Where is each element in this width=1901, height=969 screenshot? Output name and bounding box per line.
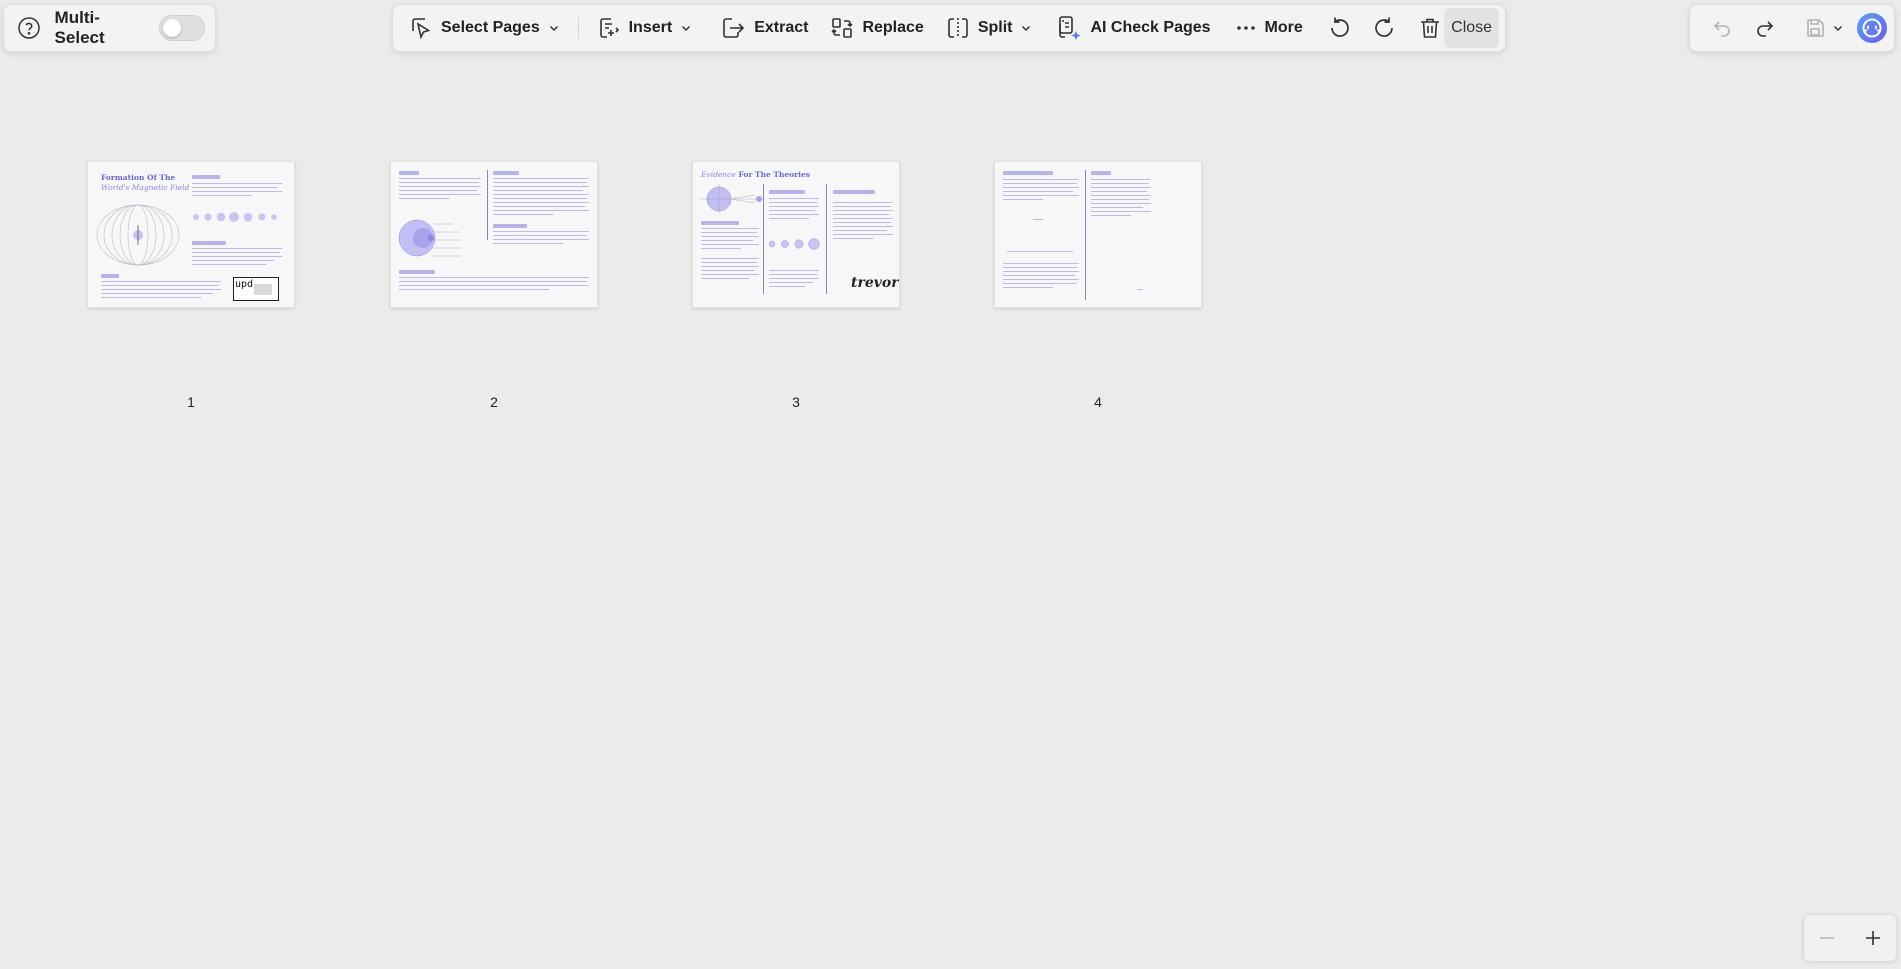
select-pages-button[interactable]: Select Pages: [403, 10, 566, 46]
document-actions-panel: [1689, 4, 1895, 52]
split-icon: [946, 16, 970, 40]
page-number-2: 2: [490, 394, 498, 410]
replace-icon: [830, 16, 854, 40]
page-1-circles: [193, 212, 277, 222]
chevron-down-icon: [1020, 22, 1032, 34]
insert-icon: [597, 16, 621, 40]
page-3-diagram: [699, 184, 765, 214]
split-button[interactable]: Split: [940, 10, 1039, 46]
multi-select-panel: Multi-Select: [3, 4, 216, 52]
page-3-signature: trevor: [851, 275, 899, 291]
page-thumbnail-2[interactable]: [390, 161, 598, 308]
select-pages-icon: [409, 16, 433, 40]
extract-icon: [720, 16, 746, 40]
ai-check-pages-button[interactable]: AI Check Pages: [1050, 10, 1216, 46]
select-pages-label: Select Pages: [441, 19, 540, 36]
page-toolbar: Select Pages Insert Extract Replace Spli…: [392, 4, 1506, 52]
save-chevron-down-icon[interactable]: [1830, 12, 1846, 44]
trash-icon[interactable]: [1416, 12, 1444, 44]
extract-button[interactable]: Extract: [714, 10, 814, 46]
page-3-circles: [768, 238, 820, 250]
ai-assistant-icon[interactable]: [1856, 12, 1888, 44]
help-icon[interactable]: [14, 12, 44, 44]
zoom-out-icon[interactable]: [1811, 922, 1843, 954]
ai-check-pages-icon: [1056, 15, 1082, 41]
page-1-stamp-box: upd: [233, 277, 279, 301]
toggle-knob: [162, 19, 181, 37]
page-1-stamp: upd: [235, 279, 254, 290]
insert-button[interactable]: Insert: [591, 10, 699, 46]
more-label: More: [1264, 19, 1303, 36]
page-thumbnail-4[interactable]: [994, 161, 1202, 308]
chevron-down-icon: [548, 22, 560, 34]
zoom-controls: [1803, 914, 1897, 962]
more-button[interactable]: More: [1229, 10, 1309, 46]
replace-button[interactable]: Replace: [824, 10, 929, 46]
multi-select-label: Multi-Select: [54, 8, 105, 47]
multi-select-toggle[interactable]: [158, 15, 205, 41]
extract-label: Extract: [754, 19, 809, 36]
more-icon: [1235, 16, 1257, 40]
rotate-right-icon[interactable]: [1371, 12, 1399, 44]
replace-label: Replace: [862, 19, 924, 36]
chevron-down-icon: [680, 22, 692, 34]
page-thumbnail-1[interactable]: Formation Of The World's Magnetic Field …: [87, 161, 295, 308]
page-1-field-diagram: [96, 204, 180, 266]
split-label: Split: [977, 19, 1013, 36]
page-thumbnail-3[interactable]: Evidence For The Theories trevor: [692, 161, 900, 308]
zoom-in-icon[interactable]: [1857, 922, 1889, 954]
rotate-left-icon[interactable]: [1325, 12, 1353, 44]
page-3-title: Evidence For The Theories: [701, 170, 810, 179]
redo-icon[interactable]: [1749, 12, 1780, 44]
save-icon[interactable]: [1799, 12, 1830, 44]
ai-check-pages-label: AI Check Pages: [1090, 19, 1211, 36]
close-button[interactable]: Close: [1444, 8, 1499, 48]
undo-icon[interactable]: [1706, 12, 1737, 44]
page-2-diagram: [398, 219, 461, 257]
page-1-title: Formation Of The World's Magnetic Field: [101, 173, 190, 192]
toolbar-divider: [577, 17, 579, 39]
insert-label: Insert: [628, 19, 673, 36]
page-number-4: 4: [1094, 394, 1102, 410]
page-number-1: 1: [187, 394, 195, 410]
page-number-3: 3: [792, 394, 800, 410]
